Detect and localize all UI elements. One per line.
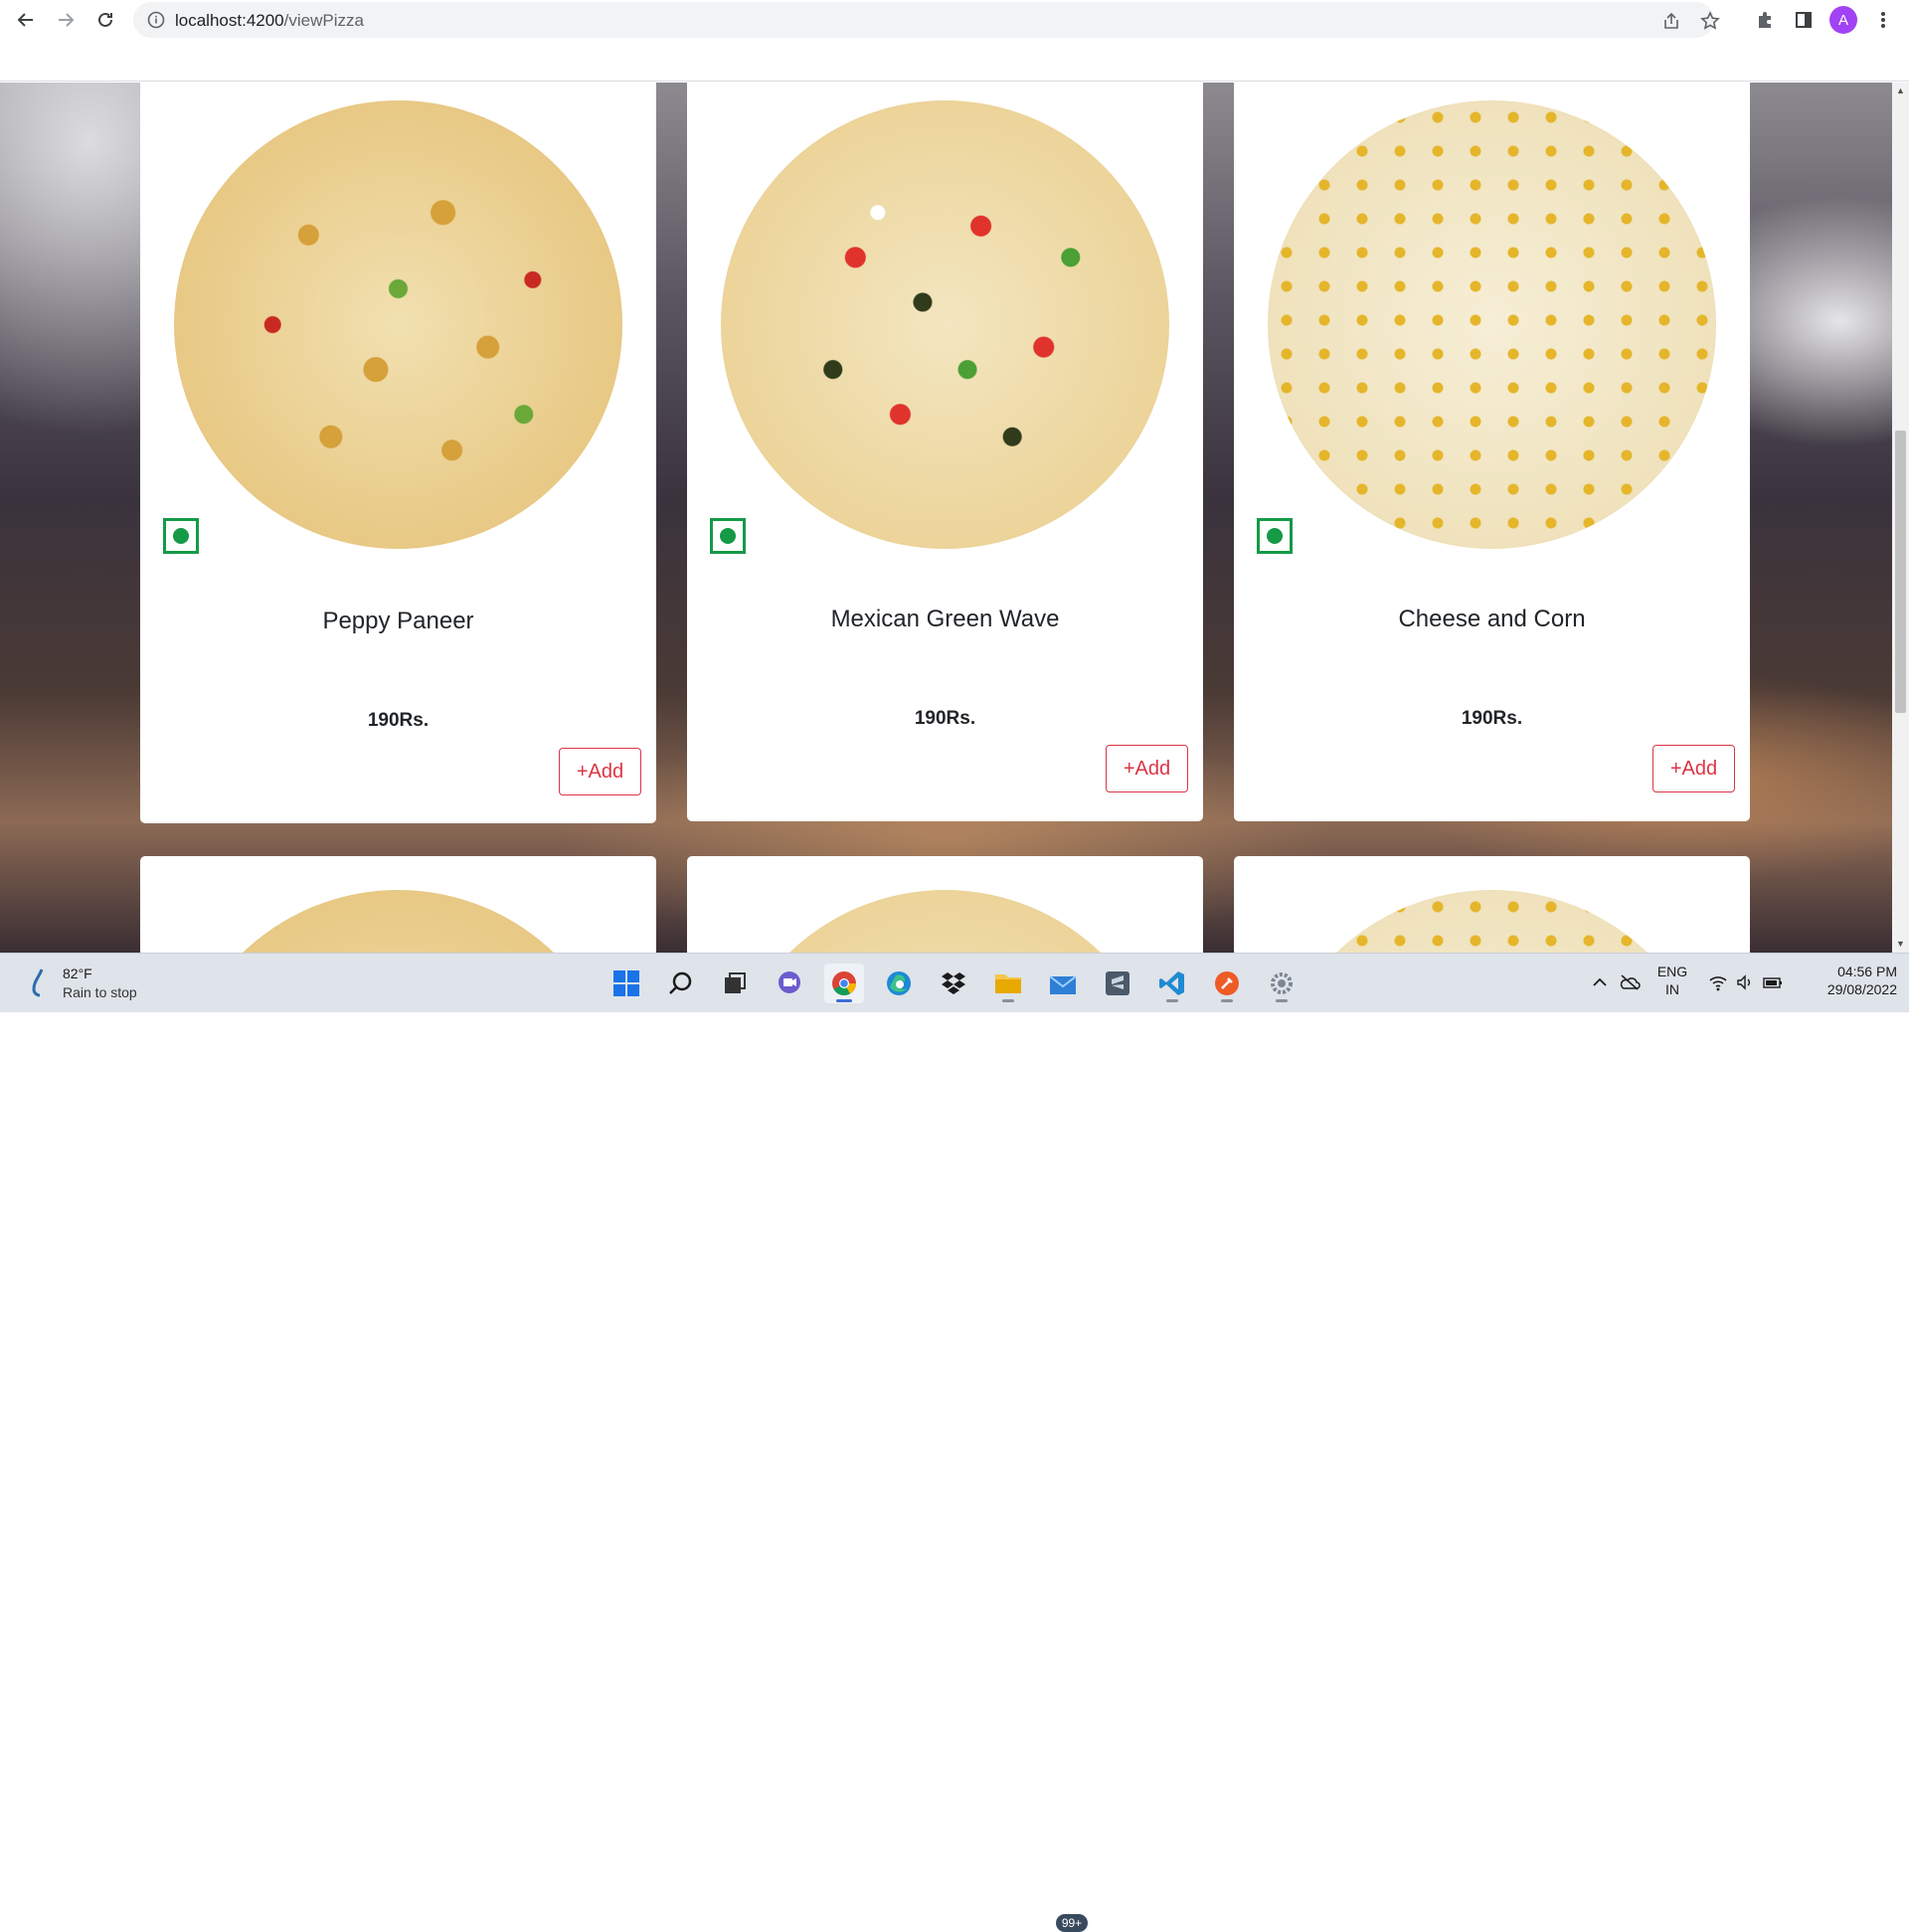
vscode-icon	[1159, 971, 1184, 995]
bookmark-star-icon[interactable]	[1700, 11, 1720, 31]
region-code: IN	[1665, 981, 1679, 997]
profile-button[interactable]: A	[1829, 6, 1857, 34]
veg-indicator-icon	[1257, 518, 1293, 554]
dropbox-icon	[942, 972, 965, 994]
arrow-left-icon	[17, 13, 33, 27]
chat-icon	[779, 971, 800, 993]
task-view-icon	[725, 972, 746, 993]
search-button[interactable]	[661, 964, 701, 1003]
forward-button[interactable]	[50, 4, 82, 36]
file-explorer-taskbar-icon[interactable]	[988, 964, 1028, 1003]
add-to-cart-button[interactable]: +Add	[559, 748, 641, 795]
chrome-taskbar-icon[interactable]	[824, 964, 864, 1003]
chevron-up-icon[interactable]	[1591, 973, 1609, 991]
pizza-price: 190Rs.	[367, 710, 430, 731]
volume-icon[interactable]	[1736, 973, 1754, 991]
gear-icon	[1271, 972, 1293, 994]
onedrive-offline-icon[interactable]	[1619, 973, 1641, 991]
extensions-button[interactable]	[1751, 6, 1779, 34]
pizza-name: Peppy Paneer	[322, 608, 474, 634]
veg-indicator-icon	[163, 518, 199, 554]
weather-temperature: 82°F	[63, 966, 92, 981]
puzzle-icon	[1759, 12, 1771, 28]
pizza-image	[1268, 890, 1716, 953]
scroll-up-icon[interactable]: ▲	[1896, 86, 1905, 95]
mail-icon	[1049, 975, 1077, 994]
pizza-image	[721, 100, 1169, 549]
pizza-price: 190Rs.	[1461, 708, 1523, 729]
running-indicator	[1221, 999, 1233, 1002]
page-content: Peppy Paneer 190Rs. +Add Mexican Green W…	[0, 83, 1892, 953]
edge-taskbar-icon[interactable]	[879, 964, 919, 1003]
scroll-down-icon[interactable]: ▼	[1896, 939, 1905, 949]
add-to-cart-button[interactable]: +Add	[1106, 745, 1188, 792]
clock[interactable]: 04:56 PM 29/08/2022	[1802, 964, 1897, 997]
add-to-cart-button[interactable]: +Add	[1652, 745, 1735, 792]
mail-taskbar-icon[interactable]	[1043, 964, 1083, 1003]
reload-icon	[98, 12, 112, 27]
running-indicator	[1002, 999, 1014, 1002]
start-button[interactable]	[607, 964, 646, 1003]
kebab-menu-icon	[1881, 12, 1885, 28]
dropbox-taskbar-icon[interactable]	[934, 964, 973, 1003]
arrow-right-icon	[59, 13, 75, 27]
pizza-card: Mexican Green Wave 190Rs. +Add	[687, 83, 1203, 821]
weather-status: Rain to stop	[63, 984, 137, 1000]
pizza-image	[721, 890, 1169, 953]
postman-taskbar-icon[interactable]	[1207, 964, 1247, 1003]
menu-button[interactable]	[1869, 6, 1897, 34]
rain-icon	[32, 968, 44, 997]
pizza-price: 190Rs.	[914, 708, 976, 729]
pizza-card: Cheese and Corn 190Rs. +Add	[1234, 83, 1750, 821]
clock-time: 04:56 PM	[1837, 964, 1897, 979]
pizza-name: Mexican Green Wave	[830, 606, 1060, 632]
edge-icon	[887, 971, 911, 995]
running-indicator	[1276, 999, 1288, 1002]
clock-date: 29/08/2022	[1826, 981, 1897, 997]
pizza-name: Cheese and Corn	[1398, 606, 1586, 632]
url-path: /viewPizza	[283, 11, 364, 30]
pizza-card	[140, 856, 656, 953]
pizza-card	[687, 856, 1203, 953]
active-indicator	[836, 999, 852, 1002]
postman-icon	[1215, 971, 1239, 995]
search-icon	[669, 971, 692, 994]
share-icon[interactable]	[1661, 11, 1681, 31]
windows-logo-icon	[613, 970, 639, 996]
chrome-icon	[832, 971, 856, 996]
pizza-card: Peppy Paneer 190Rs. +Add	[140, 83, 656, 823]
pizza-image	[174, 100, 622, 549]
address-bar[interactable]: localhost:4200/viewPizza	[133, 2, 1720, 38]
vscode-taskbar-icon[interactable]	[1152, 964, 1192, 1003]
page-scrollbar[interactable]: ▲ ▼	[1892, 83, 1909, 953]
side-panel-icon	[1796, 12, 1812, 28]
scrollbar-thumb[interactable]	[1895, 431, 1906, 713]
wifi-icon[interactable]	[1708, 973, 1728, 991]
side-panel-button[interactable]	[1790, 6, 1818, 34]
language-code: ENG	[1656, 964, 1688, 979]
pizza-image	[1268, 100, 1716, 549]
mail-badge: 99+	[1056, 1914, 1088, 1932]
reload-button[interactable]	[89, 4, 121, 36]
language-indicator[interactable]: ENG IN	[1656, 964, 1688, 997]
task-view-button[interactable]	[715, 964, 755, 1003]
chat-app-icon[interactable]	[770, 964, 809, 1003]
avatar: A	[1829, 6, 1857, 34]
url-text[interactable]: localhost:4200/viewPizza	[175, 11, 364, 31]
folder-icon	[995, 974, 1021, 993]
battery-icon[interactable]	[1762, 973, 1784, 991]
back-button[interactable]	[10, 4, 42, 36]
sublime-taskbar-icon[interactable]	[1098, 964, 1137, 1003]
veg-indicator-icon	[710, 518, 746, 554]
browser-toolbar: localhost:4200/viewPizza A	[0, 0, 1909, 82]
sublime-icon	[1106, 971, 1129, 995]
info-icon[interactable]	[147, 11, 165, 29]
running-indicator	[1166, 999, 1178, 1002]
pizza-image	[174, 890, 622, 953]
taskbar: 82°F Rain to stop 99+ ENG IN 04:56 PM 29…	[0, 953, 1909, 1932]
settings-taskbar-icon[interactable]	[1262, 964, 1302, 1003]
pizza-card	[1234, 856, 1750, 953]
url-host: localhost:4200	[175, 11, 284, 30]
